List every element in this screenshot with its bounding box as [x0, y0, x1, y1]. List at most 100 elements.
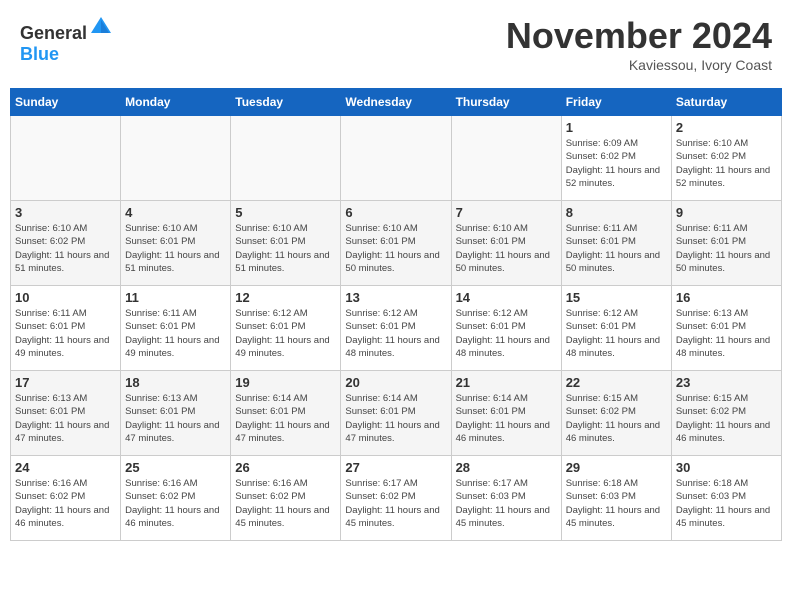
day-info: Sunrise: 6:13 AMSunset: 6:01 PMDaylight:… — [15, 392, 116, 445]
weekday-header-friday: Friday — [561, 89, 671, 116]
day-cell-10: 10 Sunrise: 6:11 AMSunset: 6:01 PMDayligh… — [11, 286, 121, 371]
day-number: 13 — [345, 290, 446, 305]
day-number: 8 — [566, 205, 667, 220]
day-cell-1: 1Sunrise: 6:09 AMSunset: 6:02 PMDaylight… — [561, 116, 671, 201]
day-cell-21: 21 Sunrise: 6:14 AMSunset: 6:01 PMDayligh… — [451, 371, 561, 456]
day-cell-14: 14 Sunrise: 6:12 AMSunset: 6:01 PMDayligh… — [451, 286, 561, 371]
day-number: 25 — [125, 460, 226, 475]
day-number: 23 — [676, 375, 777, 390]
day-info: Sunrise: 6:11 AMSunset: 6:01 PMDaylight:… — [566, 222, 667, 275]
day-cell-24: 24 Sunrise: 6:16 AMSunset: 6:02 PMDayligh… — [11, 456, 121, 541]
day-info: Sunrise: 6:10 AMSunset: 6:01 PMDaylight:… — [345, 222, 446, 275]
day-number: 30 — [676, 460, 777, 475]
day-info: Sunrise: 6:12 AMSunset: 6:01 PMDaylight:… — [235, 307, 336, 360]
day-number: 16 — [676, 290, 777, 305]
day-info: Sunrise: 6:10 AMSunset: 6:01 PMDaylight:… — [125, 222, 226, 275]
day-number: 6 — [345, 205, 446, 220]
day-number: 22 — [566, 375, 667, 390]
day-number: 26 — [235, 460, 336, 475]
header: General Blue November 2024 Kaviessou, Iv… — [10, 10, 782, 78]
day-cell-22: 22 Sunrise: 6:15 AMSunset: 6:02 PMDayligh… — [561, 371, 671, 456]
week-row-2: 3Sunrise: 6:10 AMSunset: 6:02 PMDaylight… — [11, 201, 782, 286]
day-cell-18: 18 Sunrise: 6:13 AMSunset: 6:01 PMDayligh… — [121, 371, 231, 456]
day-number: 14 — [456, 290, 557, 305]
day-cell-5: 5 Sunrise: 6:10 AMSunset: 6:01 PMDaylight… — [231, 201, 341, 286]
day-number: 4 — [125, 205, 226, 220]
week-row-1: 1Sunrise: 6:09 AMSunset: 6:02 PMDaylight… — [11, 116, 782, 201]
day-cell-13: 13 Sunrise: 6:12 AMSunset: 6:01 PMDayligh… — [341, 286, 451, 371]
day-cell-25: 25 Sunrise: 6:16 AMSunset: 6:02 PMDayligh… — [121, 456, 231, 541]
empty-cell — [121, 116, 231, 201]
empty-cell — [451, 116, 561, 201]
day-cell-16: 16 Sunrise: 6:13 AMSunset: 6:01 PMDayligh… — [671, 286, 781, 371]
day-number: 19 — [235, 375, 336, 390]
location: Kaviessou, Ivory Coast — [506, 57, 772, 73]
day-cell-19: 19 Sunrise: 6:14 AMSunset: 6:01 PMDayligh… — [231, 371, 341, 456]
weekday-header-sunday: Sunday — [11, 89, 121, 116]
weekday-header-saturday: Saturday — [671, 89, 781, 116]
day-number: 28 — [456, 460, 557, 475]
day-info: Sunrise: 6:12 AMSunset: 6:01 PMDaylight:… — [566, 307, 667, 360]
day-cell-15: 15 Sunrise: 6:12 AMSunset: 6:01 PMDayligh… — [561, 286, 671, 371]
week-row-5: 24 Sunrise: 6:16 AMSunset: 6:02 PMDayligh… — [11, 456, 782, 541]
day-number: 18 — [125, 375, 226, 390]
day-number: 15 — [566, 290, 667, 305]
day-info: Sunrise: 6:10 AMSunset: 6:01 PMDaylight:… — [456, 222, 557, 275]
day-number: 1 — [566, 120, 667, 135]
day-info: Sunrise: 6:12 AMSunset: 6:01 PMDaylight:… — [456, 307, 557, 360]
empty-cell — [231, 116, 341, 201]
day-number: 24 — [15, 460, 116, 475]
empty-cell — [11, 116, 121, 201]
week-row-3: 10 Sunrise: 6:11 AMSunset: 6:01 PMDayligh… — [11, 286, 782, 371]
day-info: Sunrise: 6:17 AMSunset: 6:02 PMDaylight:… — [345, 477, 446, 530]
day-cell-8: 8 Sunrise: 6:11 AMSunset: 6:01 PMDaylight… — [561, 201, 671, 286]
day-cell-23: 23Sunrise: 6:15 AMSunset: 6:02 PMDayligh… — [671, 371, 781, 456]
month-title: November 2024 — [506, 15, 772, 57]
logo-icon — [89, 15, 113, 39]
day-cell-26: 26 Sunrise: 6:16 AMSunset: 6:02 PMDayligh… — [231, 456, 341, 541]
day-number: 5 — [235, 205, 336, 220]
day-number: 11 — [125, 290, 226, 305]
day-cell-30: 30 Sunrise: 6:18 AMSunset: 6:03 PMDayligh… — [671, 456, 781, 541]
day-info: Sunrise: 6:10 AMSunset: 6:02 PMDaylight:… — [676, 137, 777, 190]
day-info: Sunrise: 6:13 AMSunset: 6:01 PMDaylight:… — [676, 307, 777, 360]
logo-blue: Blue — [20, 44, 59, 64]
day-cell-12: 12 Sunrise: 6:12 AMSunset: 6:01 PMDayligh… — [231, 286, 341, 371]
day-number: 9 — [676, 205, 777, 220]
day-info: Sunrise: 6:13 AMSunset: 6:01 PMDaylight:… — [125, 392, 226, 445]
weekday-header-monday: Monday — [121, 89, 231, 116]
day-cell-28: 28 Sunrise: 6:17 AMSunset: 6:03 PMDayligh… — [451, 456, 561, 541]
day-cell-27: 27 Sunrise: 6:17 AMSunset: 6:02 PMDayligh… — [341, 456, 451, 541]
calendar: SundayMondayTuesdayWednesdayThursdayFrid… — [10, 88, 782, 541]
day-number: 21 — [456, 375, 557, 390]
day-info: Sunrise: 6:16 AMSunset: 6:02 PMDaylight:… — [235, 477, 336, 530]
day-info: Sunrise: 6:16 AMSunset: 6:02 PMDaylight:… — [15, 477, 116, 530]
day-info: Sunrise: 6:18 AMSunset: 6:03 PMDaylight:… — [676, 477, 777, 530]
day-cell-11: 11 Sunrise: 6:11 AMSunset: 6:01 PMDayligh… — [121, 286, 231, 371]
day-cell-6: 6 Sunrise: 6:10 AMSunset: 6:01 PMDaylight… — [341, 201, 451, 286]
weekday-header-row: SundayMondayTuesdayWednesdayThursdayFrid… — [11, 89, 782, 116]
day-info: Sunrise: 6:14 AMSunset: 6:01 PMDaylight:… — [345, 392, 446, 445]
day-info: Sunrise: 6:14 AMSunset: 6:01 PMDaylight:… — [456, 392, 557, 445]
weekday-header-wednesday: Wednesday — [341, 89, 451, 116]
day-number: 12 — [235, 290, 336, 305]
day-info: Sunrise: 6:10 AMSunset: 6:01 PMDaylight:… — [235, 222, 336, 275]
day-info: Sunrise: 6:10 AMSunset: 6:02 PMDaylight:… — [15, 222, 116, 275]
day-info: Sunrise: 6:14 AMSunset: 6:01 PMDaylight:… — [235, 392, 336, 445]
day-info: Sunrise: 6:17 AMSunset: 6:03 PMDaylight:… — [456, 477, 557, 530]
day-cell-20: 20Sunrise: 6:14 AMSunset: 6:01 PMDayligh… — [341, 371, 451, 456]
day-info: Sunrise: 6:15 AMSunset: 6:02 PMDaylight:… — [566, 392, 667, 445]
day-number: 10 — [15, 290, 116, 305]
day-number: 2 — [676, 120, 777, 135]
day-number: 29 — [566, 460, 667, 475]
day-info: Sunrise: 6:11 AMSunset: 6:01 PMDaylight:… — [15, 307, 116, 360]
day-info: Sunrise: 6:11 AMSunset: 6:01 PMDaylight:… — [125, 307, 226, 360]
day-number: 17 — [15, 375, 116, 390]
day-number: 27 — [345, 460, 446, 475]
logo-general: General — [20, 23, 87, 43]
day-cell-2: 2 Sunrise: 6:10 AMSunset: 6:02 PMDaylight… — [671, 116, 781, 201]
day-cell-17: 17 Sunrise: 6:13 AMSunset: 6:01 PMDayligh… — [11, 371, 121, 456]
day-cell-7: 7Sunrise: 6:10 AMSunset: 6:01 PMDaylight… — [451, 201, 561, 286]
day-info: Sunrise: 6:12 AMSunset: 6:01 PMDaylight:… — [345, 307, 446, 360]
day-info: Sunrise: 6:16 AMSunset: 6:02 PMDaylight:… — [125, 477, 226, 530]
